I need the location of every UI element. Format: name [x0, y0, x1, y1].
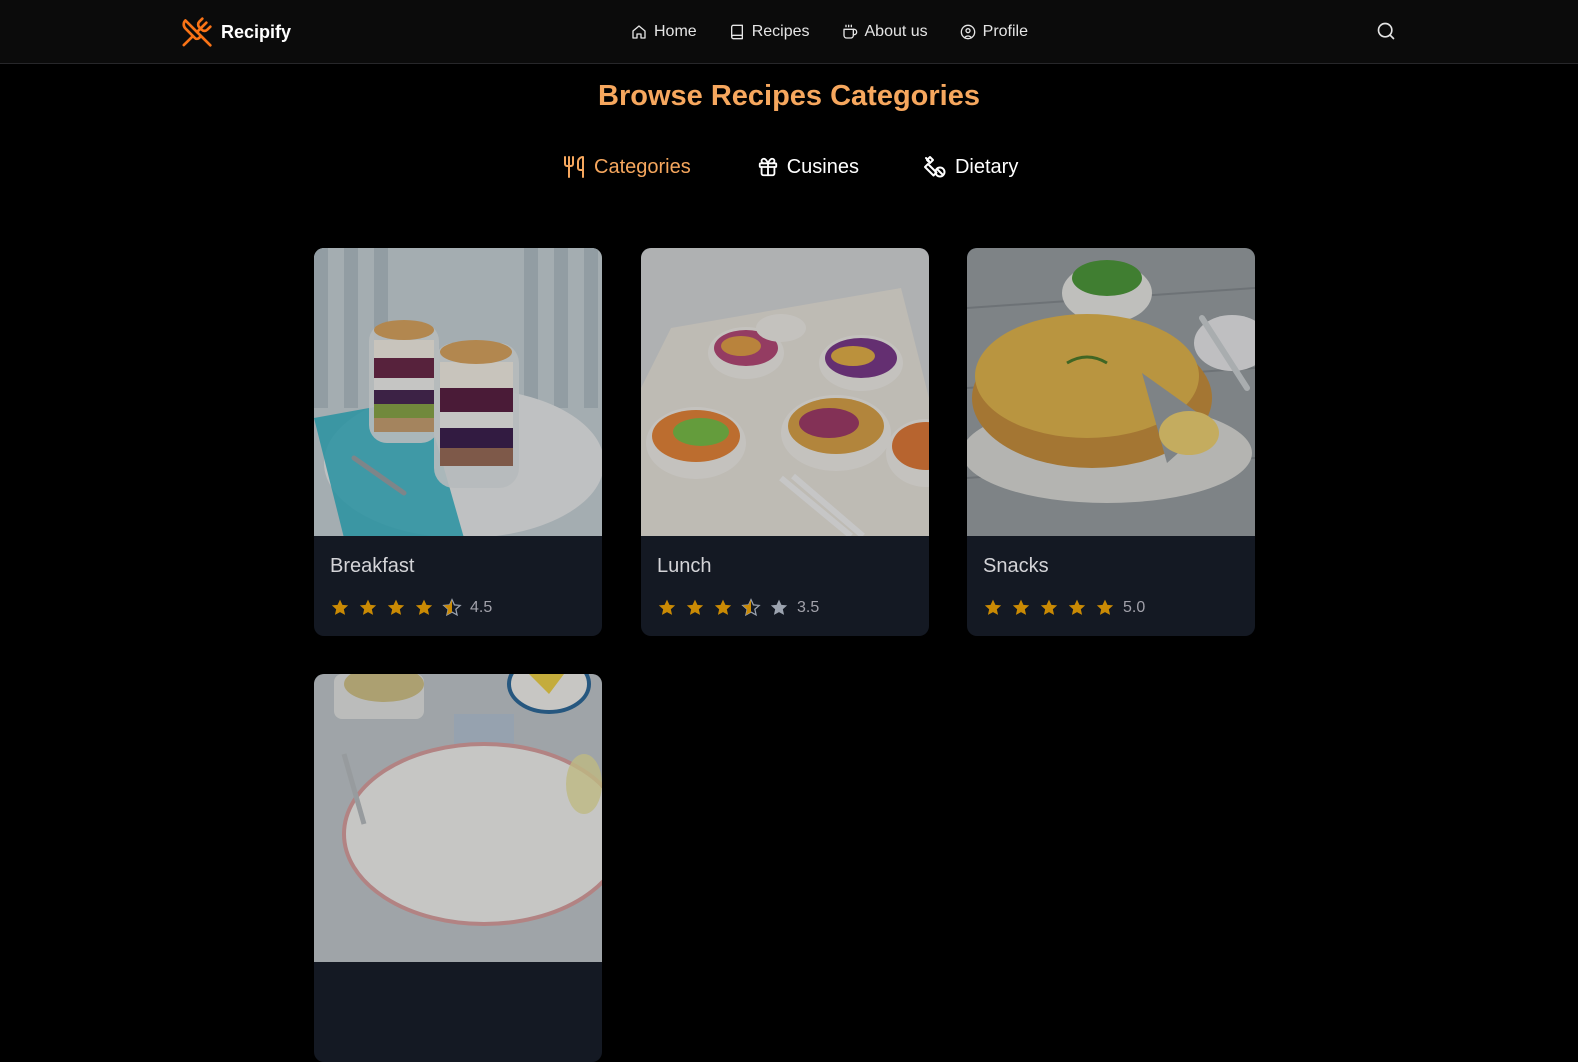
rating-value: 3.5	[797, 599, 820, 616]
star-icon-filled	[984, 599, 1002, 615]
star-icon-half	[442, 598, 462, 617]
star-rating: 5.0	[983, 598, 1145, 618]
gift-icon	[758, 157, 777, 177]
page-title: Browse Recipes Categories	[598, 80, 980, 112]
star-icon-filled	[714, 599, 732, 615]
user-circle-icon	[960, 24, 975, 40]
nav-item-home[interactable]: Home	[631, 20, 697, 44]
nav-item-label: Recipes	[751, 23, 810, 40]
tab-cusines[interactable]: Cusines	[757, 156, 859, 179]
tab-categories[interactable]: Categories	[562, 155, 691, 179]
snacks-image	[967, 248, 1255, 536]
star-icon-filled	[686, 599, 704, 615]
utensils-icon	[564, 156, 584, 178]
star-icon-half	[741, 598, 761, 617]
star-icon-filled	[331, 599, 349, 615]
card-title: Lunch	[657, 555, 712, 577]
utensils-crossed-logo-icon	[182, 17, 212, 47]
breakfast-image	[314, 248, 602, 536]
rating-value: 4.5	[470, 599, 493, 616]
tab-label: Cusines	[786, 155, 859, 178]
book-icon	[730, 24, 743, 40]
recipe-card-lunch[interactable]: Lunch 3.5	[641, 248, 929, 636]
navbar: Recipify Home Recipes About us Profile	[0, 0, 1578, 64]
star-icon-filled	[1068, 599, 1086, 615]
recipe-card-breakfast[interactable]: Breakfast 4.5	[314, 248, 602, 636]
nav-item-about-us[interactable]: About us	[842, 20, 928, 44]
nav-item-recipes[interactable]: Recipes	[729, 20, 810, 44]
category-tabs: Categories Cusines Dietary	[562, 155, 1018, 179]
star-icon-filled	[1096, 599, 1114, 615]
search-icon	[1377, 22, 1395, 40]
card-title: Breakfast	[330, 555, 415, 577]
card-title: Snacks	[983, 555, 1049, 577]
tab-dietary[interactable]: Dietary	[923, 155, 1018, 179]
recipe-card-4[interactable]	[314, 674, 602, 1062]
lunch-image	[641, 248, 929, 536]
main-nav: Home Recipes About us Profile	[631, 20, 1028, 44]
home-icon	[632, 25, 646, 39]
nav-item-label: Home	[654, 23, 697, 40]
recipe-card-snacks[interactable]: Snacks 5.0	[967, 248, 1255, 636]
star-rating: 3.5	[657, 598, 819, 618]
star-icon-filled	[658, 599, 676, 615]
star-icon-empty	[770, 599, 788, 615]
search-button[interactable]	[1376, 21, 1398, 43]
star-icon-filled	[387, 599, 405, 615]
rating-value: 5.0	[1123, 599, 1146, 616]
nav-item-profile[interactable]: Profile	[960, 20, 1028, 44]
star-icon-filled	[359, 599, 377, 615]
nav-item-label: About us	[864, 23, 928, 40]
card-4-image	[314, 674, 602, 962]
vegan-icon	[923, 156, 946, 178]
tab-label: Dietary	[954, 155, 1019, 178]
star-icon-filled	[1012, 599, 1030, 615]
coffee-icon	[842, 24, 857, 39]
star-rating: 4.5	[330, 598, 492, 618]
brand-name: Recipify	[221, 21, 292, 42]
star-icon-filled	[415, 599, 433, 615]
star-icon-filled	[1040, 599, 1058, 615]
tab-label: Categories	[594, 155, 691, 178]
brand-logo-link[interactable]: Recipify	[181, 16, 291, 48]
nav-item-label: Profile	[982, 23, 1029, 40]
